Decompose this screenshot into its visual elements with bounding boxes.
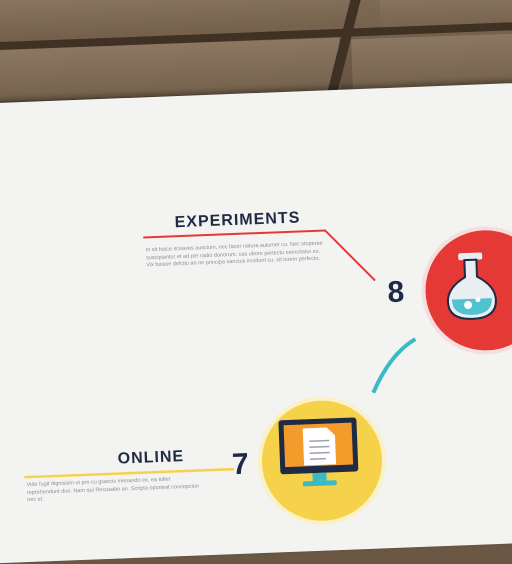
computer-icon (278, 417, 359, 487)
infographic-board: EXPERIMENTS In sit fusce sceaves auscium… (0, 80, 512, 564)
step-8-number: 8 (386, 275, 405, 310)
step-7-description: Vide fugit dignissim ut pro cu graecis m… (26, 476, 200, 504)
step-7-number: 7 (231, 447, 250, 482)
flask-icon (446, 252, 497, 320)
step-7-title: ONLINE (117, 448, 185, 468)
step-8-description: In sit fusce sceaves auscium, nec facer … (145, 240, 323, 269)
step-8-badge (423, 228, 512, 353)
ceiling-panel (351, 32, 512, 92)
steps-connector (371, 337, 417, 394)
